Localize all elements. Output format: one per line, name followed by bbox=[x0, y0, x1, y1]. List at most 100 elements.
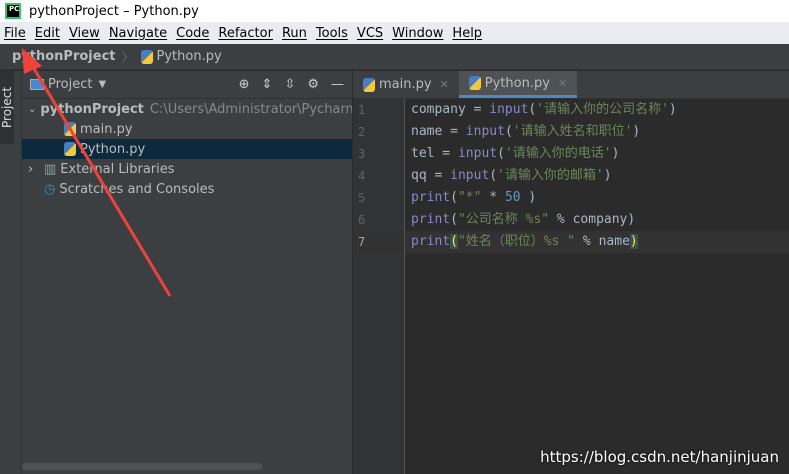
python-file-icon bbox=[64, 122, 76, 136]
menu-vcs[interactable]: VCS bbox=[357, 26, 383, 41]
menu-navigate[interactable]: Navigate bbox=[109, 26, 167, 41]
line-number: 5 bbox=[358, 191, 366, 205]
code-string: '请输入你的电话' bbox=[504, 146, 612, 161]
libraries-icon: ▥ bbox=[44, 161, 57, 177]
code-string: "*" bbox=[457, 190, 482, 205]
close-icon[interactable]: ✕ bbox=[558, 77, 567, 90]
root-path: C:\Users\Administrator\PycharmPr bbox=[149, 101, 352, 117]
tree-item-root[interactable]: ⌄ pythonProject C:\Users\Administrator\P… bbox=[22, 99, 352, 119]
code-line: tel = input('请输入你的电话') bbox=[405, 143, 789, 165]
menu-file[interactable]: File bbox=[4, 26, 26, 41]
minimize-icon[interactable]: — bbox=[331, 77, 344, 92]
code-string: '请输入你的公司名称' bbox=[536, 102, 669, 117]
tree-item-python-py[interactable]: Python.py bbox=[22, 139, 352, 159]
code-text: % company) bbox=[549, 212, 636, 227]
collapse-all-icon[interactable]: ⇳ bbox=[284, 77, 295, 92]
menu-run[interactable]: Run bbox=[282, 26, 307, 41]
line-number: 1 bbox=[358, 103, 366, 117]
project-tool-tab-label: Project bbox=[0, 86, 14, 129]
line-number: 4 bbox=[358, 169, 366, 183]
close-icon[interactable]: ✕ bbox=[440, 78, 449, 91]
menu-code[interactable]: Code bbox=[176, 26, 209, 41]
matched-brace: ) bbox=[629, 234, 638, 249]
code-func: print bbox=[411, 234, 451, 249]
left-tool-strip: Project bbox=[0, 71, 22, 474]
breadcrumb-file[interactable]: Python.py bbox=[157, 49, 222, 64]
matched-brace: ( bbox=[450, 234, 458, 249]
code-text: ) bbox=[520, 190, 537, 205]
code-line: print("*" * 50 ) bbox=[405, 187, 789, 209]
code-string: '请输入你的邮箱' bbox=[497, 168, 604, 183]
code-text: ( bbox=[504, 124, 513, 139]
project-view-icon bbox=[30, 79, 44, 90]
editor: main.py ✕ Python.py ✕ 1 2 3 4 5 6 7 compan… bbox=[353, 71, 789, 474]
code-text: ( bbox=[489, 168, 498, 183]
code-string: "公司名称 %s" bbox=[457, 212, 550, 227]
project-panel: Project ▼ ⊕ ⇕ ⇳ ⚙ — ⌄ pythonProject C:\U… bbox=[22, 71, 353, 474]
python-file-icon bbox=[64, 142, 76, 156]
menu-help[interactable]: Help bbox=[452, 26, 482, 41]
tree-item-scratches[interactable]: ◷ Scratches and Consoles bbox=[22, 179, 352, 199]
code-string: "姓名（职位）%s " bbox=[457, 234, 576, 249]
code-func: print bbox=[411, 212, 451, 227]
code-text: ( bbox=[450, 212, 458, 227]
menu-view[interactable]: View bbox=[69, 26, 100, 41]
line-number: 2 bbox=[358, 125, 366, 139]
tree-item-main-py[interactable]: main.py bbox=[22, 119, 352, 139]
title-bar: PC pythonProject – Python.py bbox=[0, 0, 789, 22]
code-func: input bbox=[489, 102, 529, 117]
menu-refactor[interactable]: Refactor bbox=[218, 26, 273, 41]
menu-window[interactable]: Window bbox=[392, 26, 443, 41]
tree-item-external-libraries[interactable]: › ▥ External Libraries bbox=[22, 159, 352, 179]
code-text: ( bbox=[497, 146, 505, 161]
window-title: pythonProject – Python.py bbox=[29, 3, 199, 19]
file-label: Python.py bbox=[80, 141, 146, 157]
tab-label: Python.py bbox=[484, 75, 550, 91]
horizontal-scrollbar[interactable] bbox=[22, 463, 262, 470]
chevron-down-icon[interactable]: ▼ bbox=[98, 79, 106, 90]
scratches-label: Scratches and Consoles bbox=[59, 181, 215, 197]
code-area[interactable]: company = input('请输入你的公司名称') name = inpu… bbox=[405, 99, 789, 253]
chevron-down-icon[interactable]: ⌄ bbox=[28, 104, 36, 115]
scratches-icon: ◷ bbox=[44, 181, 56, 197]
locate-icon[interactable]: ⊕ bbox=[239, 77, 250, 92]
external-libraries-label: External Libraries bbox=[60, 161, 175, 177]
code-number: 50 bbox=[504, 190, 521, 205]
project-tree: ⌄ pythonProject C:\Users\Administrator\P… bbox=[22, 99, 352, 199]
code-func: input bbox=[465, 124, 505, 139]
python-file-icon bbox=[140, 49, 153, 64]
python-file-icon bbox=[363, 77, 375, 92]
code-line: print("公司名称 %s" % company) bbox=[405, 209, 789, 231]
editor-tabs: main.py ✕ Python.py ✕ bbox=[353, 71, 789, 99]
menu-bar: File Edit View Navigate Code Refactor Ru… bbox=[0, 22, 789, 44]
code-text: ) bbox=[603, 168, 612, 183]
python-file-icon bbox=[468, 76, 481, 90]
breadcrumb-project[interactable]: pythonProject bbox=[12, 49, 116, 64]
line-number-gutter: 1 2 3 4 5 6 7 bbox=[353, 99, 405, 474]
code-func: input bbox=[450, 168, 490, 183]
chevron-right-icon[interactable]: › bbox=[28, 162, 44, 177]
project-view-selector[interactable]: Project bbox=[48, 77, 92, 92]
menu-edit[interactable]: Edit bbox=[35, 26, 60, 41]
gear-icon[interactable]: ⚙ bbox=[307, 77, 319, 92]
root-folder-label: pythonProject bbox=[40, 101, 144, 117]
tab-python-py[interactable]: Python.py ✕ bbox=[458, 71, 578, 98]
code-line: qq = input('请输入你的邮箱') bbox=[405, 165, 789, 187]
code-line: name = input('请输入姓名和职位') bbox=[405, 121, 789, 143]
project-tool-tab[interactable]: Project bbox=[0, 71, 14, 144]
code-text: * bbox=[481, 190, 505, 205]
code-text: ) bbox=[668, 102, 677, 117]
breadcrumb: pythonProject 〉 Python.py bbox=[0, 44, 789, 70]
code-text: company = bbox=[411, 102, 490, 117]
code-func: print bbox=[411, 190, 451, 205]
expand-all-icon[interactable]: ⇕ bbox=[262, 77, 273, 92]
code-text: name = bbox=[411, 124, 466, 139]
watermark: https://blog.csdn.net/hanjinjuan bbox=[540, 448, 779, 466]
tab-main-py[interactable]: main.py ✕ bbox=[353, 71, 459, 98]
code-text: ) bbox=[632, 124, 641, 139]
code-line-current: print("姓名（职位）%s " % name) bbox=[405, 231, 789, 253]
file-label: main.py bbox=[80, 121, 133, 137]
tab-label: main.py bbox=[379, 77, 432, 92]
menu-tools[interactable]: Tools bbox=[316, 26, 348, 41]
code-line: company = input('请输入你的公司名称') bbox=[405, 99, 789, 121]
